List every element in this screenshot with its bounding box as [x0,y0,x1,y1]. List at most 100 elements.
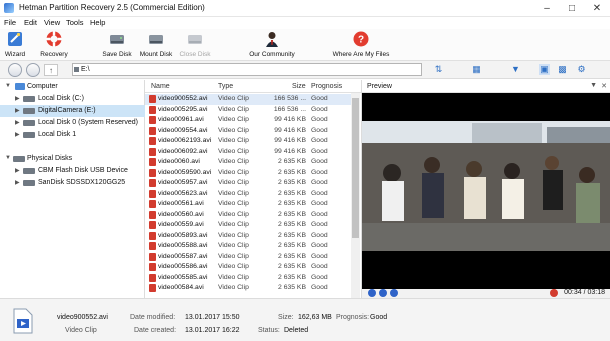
recovery-button[interactable]: Recovery [36,30,72,60]
close-button[interactable]: ✕ [585,0,609,17]
modified-label: Date modified: [130,314,176,321]
menu-edit[interactable]: Edit [24,18,37,27]
recovery-label: Recovery [40,51,68,58]
file-name-cell: video00561.avi [158,200,204,207]
tree-disk-0[interactable]: ▶ Local Disk 0 (System Reserved) [0,117,145,129]
table-row[interactable]: video00560.avi Video Clip 2 635 KB Good [145,210,351,221]
table-row[interactable]: video00559.avi Video Clip 2 635 KB Good [145,220,351,231]
scrollbar-thumb[interactable] [352,98,359,238]
file-size-cell: 2 635 KB [278,221,306,228]
chevron-down-icon[interactable]: ▼ [5,83,11,89]
chevron-right-icon[interactable]: ▶ [15,119,20,126]
tree-label: SanDisk SDSSDX120GG25 [38,179,126,186]
menu-tools[interactable]: Tools [66,18,84,27]
address-row: ↑ E:\ ⇅ ▦ ▼ ▣ ▩ ⚙ [0,61,610,79]
column-type[interactable]: Type [218,83,233,90]
our-community-button[interactable]: Our Community [243,30,301,60]
table-row[interactable]: video005588.avi Video Clip 2 635 KB Good [145,241,351,252]
chevron-right-icon[interactable]: ▶ [15,131,20,138]
file-prognosis-cell: Good [311,126,328,134]
playback-time: 00:34 / 03:18 [564,289,605,296]
address-field[interactable]: E:\ [72,63,422,76]
table-row[interactable]: video0059590.avi Video Clip 2 635 KB Good [145,168,351,179]
chevron-down-icon[interactable]: ▼ [5,155,11,161]
panel-layout-icon[interactable]: ▣ [539,64,550,75]
file-type-cell: Video Clip [218,179,249,186]
table-row[interactable]: video00584.avi Video Clip 2 635 KB Good [145,283,351,294]
tree-physical-ssd[interactable]: ▶ SanDisk SDSSDX120GG25 [0,177,145,189]
table-row[interactable]: video005957.avi Video Clip 2 635 KB Good [145,178,351,189]
video-file-icon [149,116,156,124]
play-icon[interactable] [379,289,387,297]
up-button[interactable]: ↑ [44,64,58,76]
table-row[interactable]: video005893.avi Video Clip 2 635 KB Good [145,231,351,242]
prev-icon[interactable] [368,289,376,297]
file-name-cell: video005588.avi [158,242,208,249]
preview-title: Preview [367,83,392,90]
tree-disk-c[interactable]: ▶ Local Disk (C:) [0,93,145,105]
tree-label: CBM Flash Disk USB Device [38,167,128,174]
menu-file[interactable]: File [4,18,16,27]
chevron-right-icon[interactable]: ▶ [15,179,20,186]
file-size-cell: 166 536 ... [273,95,306,102]
table-row[interactable]: video005587.avi Video Clip 2 635 KB Good [145,252,351,263]
save-icon[interactable]: ▩ [557,64,568,75]
file-list-scrollbar[interactable] [351,93,360,298]
tree-disk-1[interactable]: ▶ Local Disk 1 [0,129,145,141]
close-disk-button[interactable]: Close Disk [177,30,213,60]
tree-disk-e[interactable]: ▶ DigitalCamera (E:) [0,105,145,117]
file-prognosis-cell: Good [311,158,328,165]
tree-physical-disks[interactable]: ▼ Physical Disks [0,153,145,165]
table-row[interactable]: video00561.avi Video Clip 2 635 KB Good [145,199,351,210]
file-type-cell: Video Clip [218,168,249,176]
table-row[interactable]: video0062193.avi Video Clip 99 416 KB Good [145,136,351,147]
chevron-right-icon[interactable]: ▶ [15,95,20,102]
forward-button[interactable] [26,63,40,77]
options-icon[interactable]: ⚙ [576,64,587,75]
table-row[interactable]: video006092.avi Video Clip 99 416 KB Good [145,147,351,158]
file-type-cell: Video Clip [218,158,249,165]
mount-disk-label: Mount Disk [139,51,173,58]
view-mode-icon[interactable]: ▦ [471,64,482,75]
table-row[interactable]: video005585.avi Video Clip 2 635 KB Good [145,273,351,284]
volume-icon[interactable] [550,289,558,297]
close-icon[interactable]: ✕ [601,82,607,90]
table-row[interactable]: video009554.avi Video Clip 99 416 KB Good [145,126,351,137]
back-button[interactable] [8,63,22,77]
tree-computer[interactable]: ▼ Computer [0,81,145,93]
table-row[interactable]: video0060.avi Video Clip 2 635 KB Good [145,157,351,168]
save-disk-button[interactable]: Save Disk [100,30,134,60]
folder-tree: ▼ Computer ▶ Local Disk (C:) ▶ DigitalCa… [0,80,145,298]
tree-physical-usb[interactable]: ▶ CBM Flash Disk USB Device [0,165,145,177]
tree-label: DigitalCamera (E:) [38,107,96,114]
file-type-cell: Video Clip [218,263,249,270]
wizard-button[interactable]: Wizard [0,30,30,60]
wizard-icon [8,32,22,46]
column-prognosis[interactable]: Prognosis [311,83,342,90]
column-size[interactable]: Size [292,83,306,90]
video-file-icon [13,308,33,334]
table-row[interactable]: video005623.avi Video Clip 2 635 KB Good [145,189,351,200]
file-prognosis-cell: Good [311,221,328,228]
chevron-right-icon[interactable]: ▶ [15,107,20,114]
mount-disk-button[interactable]: Mount Disk [137,30,175,60]
chevron-down-icon[interactable]: ▼ [590,82,597,89]
menu-help[interactable]: Help [90,18,105,27]
chevron-right-icon[interactable]: ▶ [15,167,20,174]
filter-icon[interactable]: ▼ [510,64,521,75]
menu-view[interactable]: View [44,18,60,27]
file-type-cell: Video Clip [218,231,249,239]
minimize-button[interactable]: – [535,0,559,17]
next-icon[interactable] [390,289,398,297]
refresh-icon[interactable]: ⇅ [433,64,444,75]
table-row[interactable]: video900552.avi Video Clip 166 536 ... Good [145,94,351,105]
where-are-my-files-button[interactable]: ? Where Are My Files [329,30,393,60]
table-row[interactable]: video00961.avi Video Clip 99 416 KB Good [145,115,351,126]
disk-icon [23,108,35,114]
table-row[interactable]: video005295.avi Video Clip 166 536 ... Good [145,105,351,116]
table-row[interactable]: video005586.avi Video Clip 2 635 KB Good [145,262,351,273]
column-name[interactable]: Name [151,83,170,90]
file-name-cell: video005295.avi [158,105,208,113]
maximize-button[interactable]: □ [560,0,584,17]
file-prognosis-cell: Good [311,116,328,123]
